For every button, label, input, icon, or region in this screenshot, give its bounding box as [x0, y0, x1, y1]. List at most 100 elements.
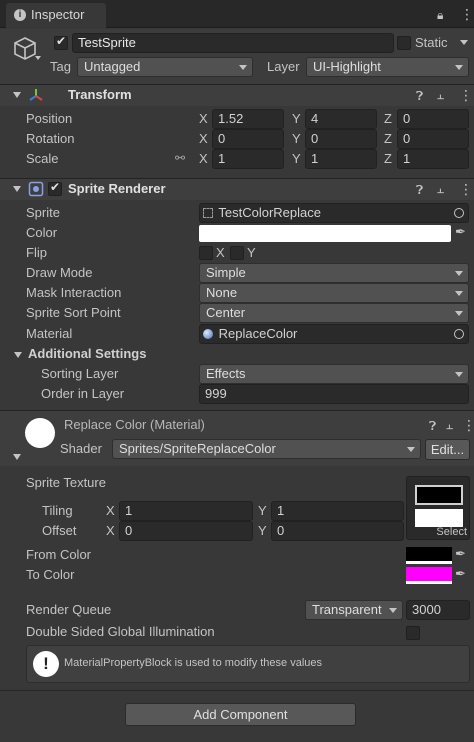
sprite-renderer-enabled-checkbox[interactable]: ✔	[48, 180, 62, 196]
draw-mode-dropdown[interactable]: Simple	[199, 263, 469, 283]
shader-value: Sprites/SpriteReplaceColor	[119, 441, 276, 456]
mask-interaction-dropdown[interactable]: None	[199, 283, 469, 303]
tag-dropdown[interactable]: Untagged	[77, 57, 253, 77]
chevron-down-icon	[455, 65, 463, 70]
to-color-swatch[interactable]	[406, 567, 452, 584]
preset-icon[interactable]: ⫠	[446, 418, 453, 432]
layer-dropdown[interactable]: UI-Highlight	[306, 57, 469, 77]
preset-icon[interactable]: ⫠	[437, 88, 444, 102]
foldout-arrow-icon[interactable]	[13, 186, 21, 192]
offset-y-axis-label[interactable]: Y	[258, 521, 267, 541]
scale-x-axis-label[interactable]: X	[199, 149, 208, 169]
sorting-layer-dropdown[interactable]: Effects	[199, 364, 469, 384]
help-icon[interactable]: ❓︎	[416, 89, 423, 103]
render-queue-field[interactable]: 3000	[406, 600, 470, 620]
sort-point-label: Sprite Sort Point	[26, 305, 121, 320]
tiling-label: Tiling	[42, 503, 73, 518]
layer-value: UI-Highlight	[313, 59, 381, 74]
sprite-object-field[interactable]: TestColorReplace	[199, 203, 469, 223]
position-x-field[interactable]: 1.52	[212, 109, 284, 129]
render-queue-dropdown[interactable]: Transparent	[305, 600, 403, 620]
scale-y-axis-label[interactable]: Y	[292, 149, 301, 169]
color-label: Color	[26, 225, 58, 240]
transform-icon	[29, 89, 43, 101]
sorting-layer-label: Sorting Layer	[41, 366, 119, 381]
offset-label: Offset	[42, 523, 77, 538]
edit-shader-button[interactable]: Edit...	[425, 439, 470, 460]
scale-x-field[interactable]: 1	[212, 149, 284, 169]
scale-label[interactable]: Scale	[26, 149, 59, 169]
help-icon[interactable]: ❓︎	[429, 419, 436, 433]
chevron-down-icon	[455, 291, 463, 296]
warning-info-icon: !	[33, 651, 59, 677]
flip-y-checkbox[interactable]	[230, 246, 244, 260]
object-picker-icon[interactable]	[454, 208, 464, 218]
sort-point-dropdown[interactable]: Center	[199, 303, 469, 323]
chevron-down-icon	[455, 271, 463, 276]
texture-preview-bottom	[415, 509, 463, 527]
position-x-axis-label[interactable]: X	[199, 109, 208, 129]
scale-z-field[interactable]: 1	[397, 149, 469, 169]
eyedropper-icon[interactable]: ✒︎	[455, 224, 466, 240]
rotation-z-field[interactable]: 0	[397, 129, 469, 149]
shader-label: Shader	[60, 441, 102, 456]
double-sided-gi-checkbox[interactable]	[406, 626, 420, 640]
position-z-axis-label[interactable]: Z	[384, 109, 392, 129]
tiling-x-field[interactable]: 1	[119, 501, 253, 521]
color-swatch[interactable]	[199, 225, 451, 242]
rotation-z-axis-label[interactable]: Z	[384, 129, 392, 149]
flip-x-checkbox[interactable]	[199, 246, 213, 260]
texture-select-button[interactable]: Select	[436, 526, 467, 538]
position-y-axis-label[interactable]: Y	[292, 109, 301, 129]
rotation-label[interactable]: Rotation	[26, 129, 74, 149]
rotation-x-axis-label[interactable]: X	[199, 129, 208, 149]
eyedropper-icon[interactable]: ✒︎	[455, 566, 466, 582]
additional-settings-label[interactable]: Additional Settings	[28, 344, 146, 364]
render-queue-mode: Transparent	[312, 602, 382, 617]
foldout-arrow-icon[interactable]	[13, 454, 21, 460]
draw-mode-value: Simple	[206, 265, 246, 280]
foldout-arrow-icon[interactable]	[14, 352, 22, 358]
position-y-field[interactable]: 4	[305, 109, 377, 129]
inspector-tab[interactable]: i Inspector	[6, 3, 106, 28]
chevron-down-icon	[407, 447, 415, 452]
foldout-arrow-icon[interactable]	[13, 92, 21, 98]
active-checkbox[interactable]: ✔	[54, 34, 68, 50]
preset-icon[interactable]: ⫠	[437, 182, 444, 196]
add-component-button[interactable]: Add Component	[125, 703, 356, 726]
constrain-proportions-icon[interactable]: ⚯	[175, 151, 185, 165]
tiling-y-axis-label[interactable]: Y	[258, 501, 267, 521]
double-sided-gi-label: Double Sided Global Illumination	[26, 624, 215, 639]
tiling-x-axis-label[interactable]: X	[106, 501, 115, 521]
name-field[interactable]: TestSprite	[72, 33, 394, 53]
order-in-layer-field[interactable]: 999	[199, 384, 469, 404]
help-icon[interactable]: ❓︎	[416, 183, 423, 197]
offset-y-field[interactable]: 0	[271, 521, 404, 541]
tiling-y-field[interactable]: 1	[271, 501, 404, 521]
sort-point-value: Center	[206, 305, 246, 320]
eyedropper-icon[interactable]: ✒︎	[455, 546, 466, 562]
rotation-y-axis-label[interactable]: Y	[292, 129, 301, 149]
more-menu-icon[interactable]: ⋮	[459, 182, 473, 196]
lock-icon[interactable]: 🔒︎	[437, 8, 443, 22]
position-label[interactable]: Position	[26, 109, 72, 129]
offset-x-field[interactable]: 0	[119, 521, 253, 541]
material-object-field[interactable]: ReplaceColor	[199, 324, 469, 344]
offset-x-axis-label[interactable]: X	[106, 521, 115, 541]
more-menu-icon[interactable]: ⋮	[460, 7, 474, 21]
object-picker-icon[interactable]	[454, 329, 464, 339]
more-menu-icon[interactable]: ⋮	[459, 88, 473, 102]
rotation-x-field[interactable]: 0	[212, 129, 284, 149]
icon-dropdown-arrow[interactable]	[35, 56, 41, 60]
position-z-field[interactable]: 0	[397, 109, 469, 129]
texture-slot[interactable]: Select	[406, 476, 470, 540]
static-checkbox[interactable]	[397, 36, 411, 50]
shader-dropdown[interactable]: Sprites/SpriteReplaceColor	[112, 439, 421, 459]
scale-z-axis-label[interactable]: Z	[384, 149, 392, 169]
from-color-swatch[interactable]	[406, 547, 452, 564]
static-dropdown-arrow[interactable]	[460, 40, 468, 45]
rotation-y-field[interactable]: 0	[305, 129, 377, 149]
order-in-layer-label[interactable]: Order in Layer	[41, 384, 124, 404]
scale-y-field[interactable]: 1	[305, 149, 377, 169]
more-menu-icon[interactable]: ⋮	[462, 418, 474, 432]
